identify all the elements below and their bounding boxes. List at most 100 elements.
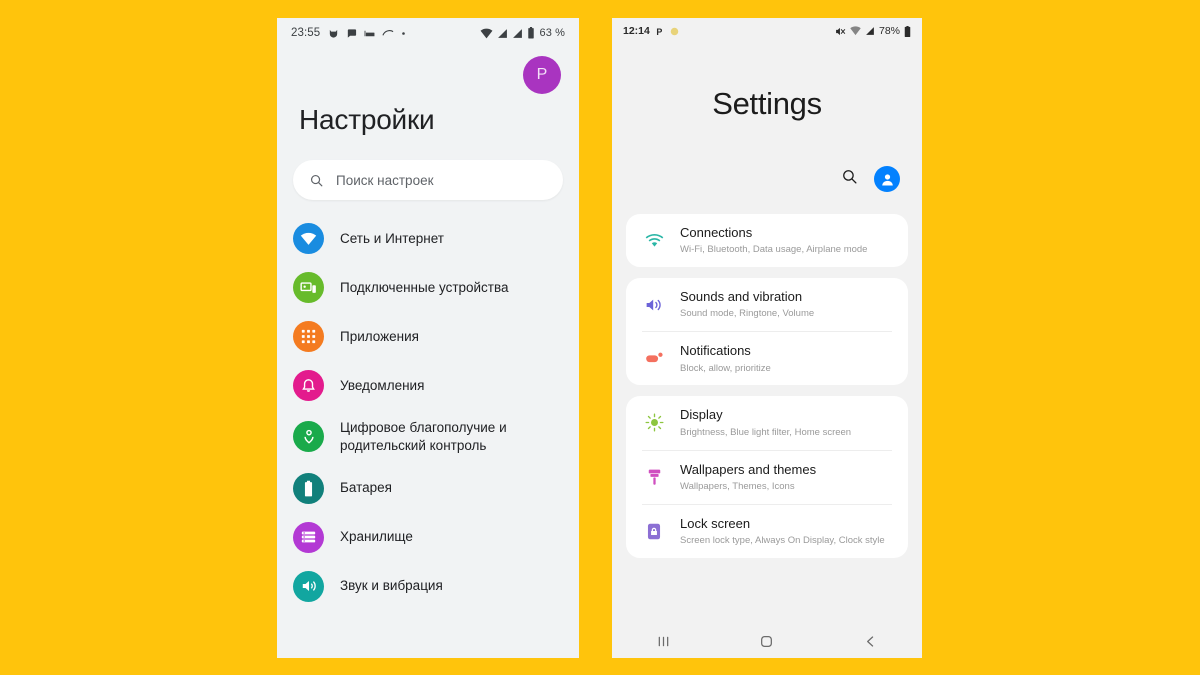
search-placeholder: Поиск настроек <box>336 172 434 188</box>
settings-row-text: Wallpapers and themes Wallpapers, Themes… <box>680 462 816 493</box>
back-button[interactable] <box>840 634 900 649</box>
home-button[interactable] <box>737 634 797 649</box>
apps-grid-icon <box>293 321 324 352</box>
left-phone-screen: 23:55 63 % P Настройки Поиск настроек Се… <box>277 18 579 658</box>
signal-icon <box>497 28 507 38</box>
settings-row-subtitle: Brightness, Blue light filter, Home scre… <box>680 426 852 438</box>
settings-row-text: Display Brightness, Blue light filter, H… <box>680 407 851 438</box>
settings-row-wallpapers-and-themes[interactable]: Wallpapers and themes Wallpapers, Themes… <box>642 449 892 504</box>
wifi-icon <box>642 233 666 248</box>
status-time: 23:55 <box>291 27 321 39</box>
battery-icon <box>293 472 324 504</box>
right-status-bar: 12:14 P 78% <box>612 18 922 44</box>
page-title: Settings <box>712 86 822 121</box>
settings-row-title: Sounds and vibration <box>680 289 803 305</box>
chat-bubble-icon <box>348 28 357 38</box>
recents-icon <box>658 636 669 646</box>
status-system-icons: 63 % <box>480 27 565 39</box>
settings-row-title: Lock screen <box>680 515 751 531</box>
settings-row-text: Sounds and vibration Sound mode, Rington… <box>680 289 814 320</box>
settings-row-network[interactable]: Сеть и Интернет <box>277 214 579 263</box>
settings-row-notifications[interactable]: Notifications Block, allow, prioritize <box>642 331 892 385</box>
devices-icon <box>293 272 324 303</box>
bell-icon <box>293 370 324 401</box>
search-input[interactable]: Поиск настроек <box>293 160 563 200</box>
settings-row-label: Приложения <box>340 328 419 344</box>
page-title: Настройки <box>299 104 435 135</box>
settings-row-subtitle: Block, allow, prioritize <box>680 362 771 374</box>
right-phone-screen: 12:14 P 78% Settings Connections Wi-Fi, … <box>612 18 922 658</box>
back-icon <box>866 635 874 647</box>
cat-icon <box>330 29 338 38</box>
home-icon <box>761 635 773 647</box>
settings-row-notifications[interactable]: Уведомления <box>277 361 579 410</box>
settings-row-text: Notifications Block, allow, prioritize <box>680 343 771 374</box>
settings-list: Сеть и Интернет Подключенные устройства <box>277 214 579 611</box>
search-icon <box>310 174 323 186</box>
wifi-icon <box>850 26 861 36</box>
avatar[interactable]: P <box>523 56 561 94</box>
notification-icon <box>642 351 666 366</box>
sound-icon <box>293 570 324 602</box>
settings-row-label: Хранилище <box>340 529 413 545</box>
signal-icon <box>866 27 874 35</box>
status-system-icons: 78% <box>835 25 911 37</box>
battery-percent: 63 % <box>539 27 565 39</box>
settings-row-sound[interactable]: Звук и вибрация <box>277 562 579 611</box>
account-button[interactable] <box>874 166 900 192</box>
swipe-icon <box>382 30 394 36</box>
dot-icon <box>402 31 406 35</box>
settings-row-label: Цифровое благополучие и родительский кон… <box>340 420 507 453</box>
battery-icon <box>904 25 911 37</box>
wifi-icon <box>480 28 492 38</box>
settings-row-storage[interactable]: Хранилище <box>277 513 579 562</box>
search-icon <box>843 170 857 184</box>
status-time: 12:14 <box>623 25 650 37</box>
settings-row-lock-screen[interactable]: Lock screen Screen lock type, Always On … <box>642 503 892 558</box>
signal-icon <box>512 28 522 38</box>
settings-row-title: Notifications <box>680 343 751 359</box>
p-badge-icon: P <box>656 26 662 36</box>
settings-row-connected-devices[interactable]: Подключенные устройства <box>277 263 579 312</box>
account-icon <box>881 173 893 186</box>
settings-card: Display Brightness, Blue light filter, H… <box>626 396 908 558</box>
settings-row-subtitle: Wi-Fi, Bluetooth, Data usage, Airplane m… <box>680 244 868 256</box>
settings-row-subtitle: Screen lock type, Always On Display, Clo… <box>680 534 885 546</box>
header-actions <box>612 122 922 192</box>
settings-row-sounds-and-vibration[interactable]: Sounds and vibration Sound mode, Rington… <box>642 278 892 331</box>
settings-card: Sounds and vibration Sound mode, Rington… <box>626 278 908 386</box>
recents-button[interactable] <box>634 634 694 649</box>
settings-row-battery[interactable]: Батарея <box>277 464 579 513</box>
yellow-dot-icon <box>670 27 679 35</box>
brightness-icon <box>642 413 666 432</box>
heart-shield-icon <box>293 421 324 453</box>
settings-row-digital-wellbeing[interactable]: Цифровое благополучие и родительский кон… <box>277 410 579 464</box>
status-notification-icons: P <box>656 26 679 37</box>
brush-icon <box>642 468 666 486</box>
wifi-icon <box>293 223 324 254</box>
mute-icon <box>836 27 846 35</box>
settings-row-title: Wallpapers and themes <box>680 461 817 477</box>
battery-percent: 78% <box>878 25 900 37</box>
settings-card-groups: Connections Wi-Fi, Bluetooth, Data usage… <box>612 192 922 624</box>
status-notification-icons <box>328 28 406 39</box>
settings-row-label: Батарея <box>340 480 392 496</box>
storage-list-icon <box>293 521 324 553</box>
lock-icon <box>642 522 666 541</box>
settings-row-subtitle: Wallpapers, Themes, Icons <box>680 480 795 492</box>
settings-card: Connections Wi-Fi, Bluetooth, Data usage… <box>626 214 908 268</box>
settings-row-text: Lock screen Screen lock type, Always On … <box>680 516 885 547</box>
settings-row-label: Звук и вибрация <box>340 578 443 594</box>
speaker-icon <box>642 297 666 313</box>
left-status-bar: 23:55 63 % <box>277 18 579 48</box>
svg-text:P: P <box>656 26 662 36</box>
settings-row-apps[interactable]: Приложения <box>277 312 579 361</box>
settings-row-connections[interactable]: Connections Wi-Fi, Bluetooth, Data usage… <box>642 214 892 267</box>
navigation-bar <box>612 624 922 658</box>
settings-row-label: Уведомления <box>340 377 425 393</box>
settings-row-label: Сеть и Интернет <box>340 230 444 246</box>
bed-icon <box>364 30 375 36</box>
search-button[interactable] <box>841 168 858 190</box>
settings-row-label: Подключенные устройства <box>340 279 509 295</box>
settings-row-display[interactable]: Display Brightness, Blue light filter, H… <box>642 396 892 449</box>
